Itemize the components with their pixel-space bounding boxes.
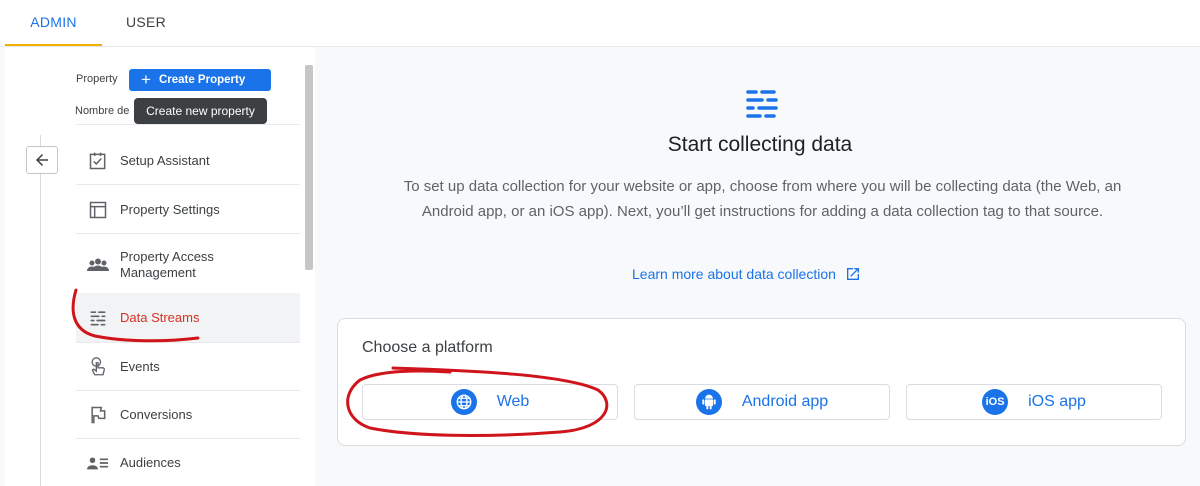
nav-label: Audiences — [120, 455, 181, 470]
layout-icon — [76, 200, 120, 220]
nav-item-events[interactable]: Events — [76, 345, 300, 389]
audience-icon — [76, 453, 120, 473]
people-icon — [76, 255, 120, 275]
plus-icon: + — [141, 70, 151, 89]
web-platform-button[interactable]: Web — [362, 384, 618, 420]
property-label: Property — [76, 73, 118, 85]
nav-item-property-access-management[interactable]: Property Access Management — [76, 238, 300, 292]
divider — [76, 124, 300, 125]
touch-icon — [76, 356, 120, 378]
choose-platform-heading: Choose a platform — [362, 339, 493, 356]
android-platform-button[interactable]: Android app — [634, 384, 890, 420]
nav-item-data-streams[interactable]: Data Streams — [76, 293, 300, 343]
create-property-button[interactable]: + Create Property — [129, 69, 271, 91]
tab-admin[interactable]: ADMIN — [5, 0, 102, 46]
ios-icon: iOS — [982, 389, 1009, 415]
divider — [76, 438, 300, 439]
android-icon — [695, 389, 722, 415]
create-property-label: Create Property — [158, 74, 246, 86]
data-streams-hero-icon — [745, 87, 779, 126]
create-property-tooltip: Create new property — [134, 98, 267, 124]
nav-item-audiences[interactable]: Audiences — [76, 441, 300, 485]
platform-card — [337, 318, 1186, 446]
scrollbar[interactable] — [305, 65, 313, 270]
data-streams-icon — [76, 308, 120, 328]
platform-label: iOS app — [1028, 393, 1086, 410]
tab-user[interactable]: USER — [110, 0, 182, 46]
nav-label: Property Access Management — [120, 249, 214, 280]
flag-icon — [76, 405, 120, 425]
learn-more-link[interactable]: Learn more about data collection — [632, 266, 861, 282]
divider — [76, 342, 300, 343]
back-button[interactable] — [26, 146, 58, 174]
nav-label: Conversions — [120, 407, 193, 422]
divider — [76, 233, 300, 234]
column-divider — [40, 135, 41, 486]
ios-platform-button[interactable]: iOS iOS app — [906, 384, 1162, 420]
top-tab-bar: ADMIN USER — [0, 0, 1200, 47]
divider — [76, 184, 300, 185]
nav-label: Events — [120, 359, 160, 374]
nav-item-setup-assistant[interactable]: Setup Assistant — [76, 139, 300, 183]
page-title: Start collecting data — [667, 133, 853, 156]
divider — [76, 390, 300, 391]
external-link-icon — [845, 266, 861, 282]
property-name-label: Nombre de — [75, 105, 130, 117]
globe-icon — [450, 389, 477, 415]
learn-more-label: Learn more about data collection — [632, 266, 836, 282]
nav-item-conversions[interactable]: Conversions — [76, 393, 300, 437]
nav-label: Property Settings — [120, 202, 220, 217]
nav-label: Data Streams — [120, 310, 200, 325]
platform-label: Android app — [741, 393, 829, 410]
description-text: To set up data collection for your websi… — [403, 178, 1122, 220]
checkbox-check-icon — [76, 151, 120, 171]
nav-label: Setup Assistant — [120, 153, 210, 168]
arrow-back-icon — [36, 154, 48, 166]
platform-label: Web — [496, 393, 530, 410]
nav-item-property-settings[interactable]: Property Settings — [76, 188, 300, 232]
